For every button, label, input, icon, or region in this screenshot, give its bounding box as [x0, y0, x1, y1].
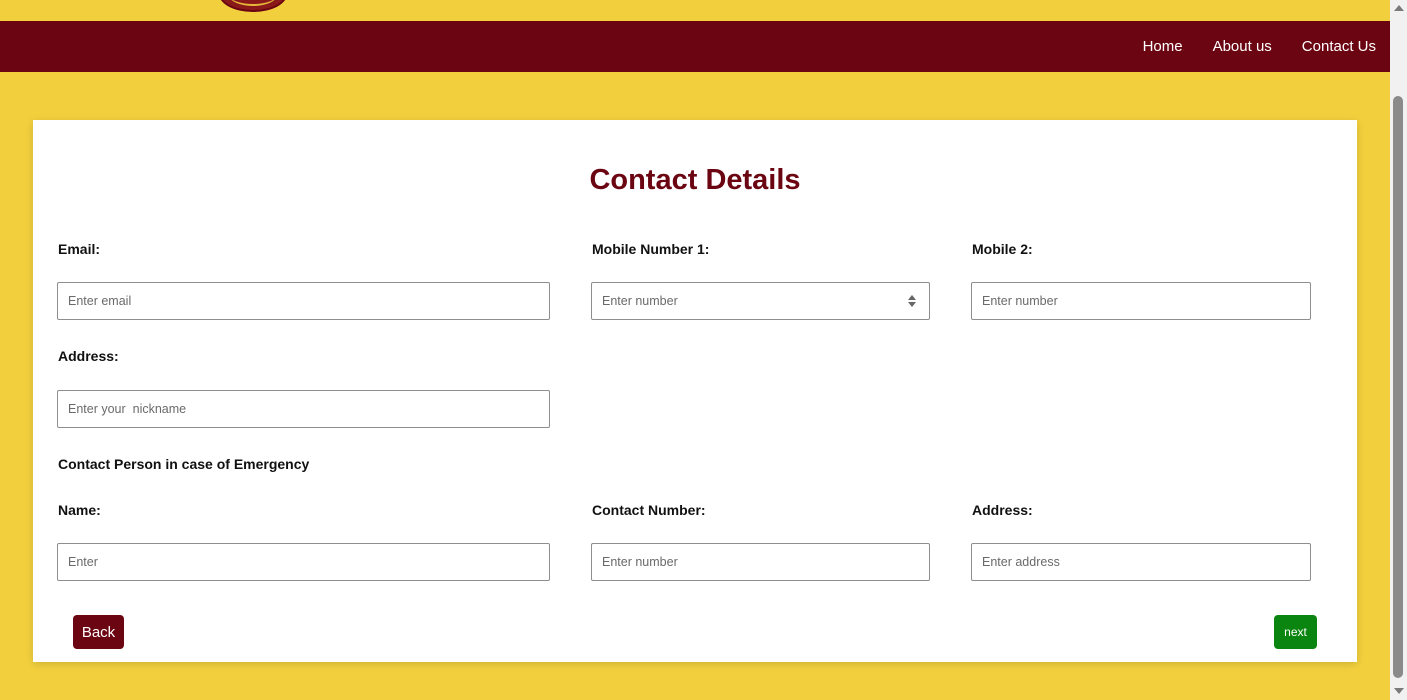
scroll-down-icon[interactable] [1394, 688, 1404, 694]
emergency-heading: Contact Person in case of Emergency [58, 456, 310, 472]
logo-ring [229, 0, 277, 6]
scroll-thumb[interactable] [1393, 96, 1403, 678]
mobile1-field[interactable] [591, 282, 930, 320]
next-button[interactable]: next [1274, 615, 1317, 649]
nav-home-link[interactable]: Home [1143, 38, 1183, 55]
address-label: Address: [58, 348, 119, 364]
spinner-arrows-icon[interactable] [907, 293, 917, 309]
email-label: Email: [58, 241, 101, 257]
emergency-contact-label: Contact Number: [592, 502, 706, 518]
emergency-name-label: Name: [58, 502, 101, 518]
emergency-address-label: Address: [972, 502, 1033, 518]
scroll-up-icon[interactable] [1394, 5, 1404, 11]
nav-contact-link[interactable]: Contact Us [1302, 38, 1376, 55]
mobile2-label: Mobile 2: [972, 241, 1033, 257]
nav-about-link[interactable]: About us [1213, 38, 1272, 55]
main-nav: Home About us Contact Us [1143, 21, 1376, 72]
email-field[interactable] [57, 282, 550, 320]
spinner-down-icon[interactable] [908, 302, 916, 307]
emergency-name-field[interactable] [57, 543, 550, 581]
mobile2-field[interactable] [971, 282, 1311, 320]
vertical-scrollbar[interactable] [1390, 0, 1407, 700]
top-header [0, 0, 1390, 21]
address-field[interactable] [57, 390, 550, 428]
emergency-contact-field[interactable] [591, 543, 930, 581]
navbar: Home About us Contact Us [0, 21, 1390, 72]
emergency-address-field[interactable] [971, 543, 1311, 581]
back-button[interactable]: Back [73, 615, 124, 649]
spinner-up-icon[interactable] [908, 295, 916, 300]
page-title: Contact Details [589, 164, 801, 196]
mobile1-label: Mobile Number 1: [592, 241, 710, 257]
page: Home About us Contact Us Contact Details… [0, 0, 1390, 700]
emblem-logo[interactable] [219, 0, 287, 12]
